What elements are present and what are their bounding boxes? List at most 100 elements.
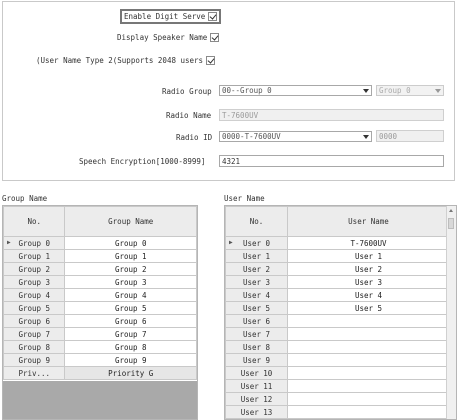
row-number-text: User 6 xyxy=(242,316,271,326)
row-number-text: User 13 xyxy=(240,407,273,417)
row-number-cell[interactable]: Group 3 xyxy=(3,275,66,289)
table-row[interactable]: Group 9 Group 9 xyxy=(3,353,197,367)
row-name-cell[interactable] xyxy=(287,314,450,328)
table-row[interactable]: Group 8 Group 8 xyxy=(3,340,197,354)
table-row[interactable]: User 2 User 2 xyxy=(225,262,450,276)
row-number-cell[interactable]: User 13 xyxy=(225,405,288,419)
table-row[interactable]: Group 4 Group 4 xyxy=(3,288,197,302)
row-number-cell[interactable]: Group 9 xyxy=(3,353,66,367)
radio-id-secondary-value: 0000 xyxy=(379,131,398,141)
row-name-cell[interactable]: Group 4 xyxy=(64,288,197,302)
user-col-no-header[interactable]: No. xyxy=(225,206,288,237)
table-row[interactable]: Priv... Priority G xyxy=(3,366,197,380)
row-number-cell[interactable]: User 7 xyxy=(225,327,288,341)
table-row[interactable]: Group 5 Group 5 xyxy=(3,301,197,315)
table-row[interactable]: Group 7 Group 7 xyxy=(3,327,197,341)
row-name-cell[interactable]: Group 7 xyxy=(64,327,197,341)
table-row[interactable]: User 1 User 1 xyxy=(225,249,450,263)
row-name-cell[interactable]: Group 1 xyxy=(64,249,197,263)
row-number-cell[interactable]: User 3 xyxy=(225,275,288,289)
arrow-up-icon[interactable] xyxy=(449,209,453,212)
row-name-cell[interactable]: Priority G xyxy=(64,366,197,380)
table-row[interactable]: User 6 xyxy=(225,314,450,328)
row-name-text: User 4 xyxy=(354,290,383,300)
row-name-cell[interactable]: T-7600UV xyxy=(287,236,450,250)
enable-digit-serve-row[interactable]: Enable Digit Serve xyxy=(120,9,222,24)
row-number-text: Group 7 xyxy=(18,329,51,339)
row-name-cell[interactable]: Group 9 xyxy=(64,353,197,367)
row-name-cell[interactable]: User 4 xyxy=(287,288,450,302)
speech-encryption-input[interactable]: 4321 xyxy=(219,155,444,167)
row-name-cell[interactable]: User 1 xyxy=(287,249,450,263)
row-number-cell[interactable]: ▶ User 0 xyxy=(225,236,288,250)
table-row[interactable]: ▶ Group 0 Group 0 xyxy=(3,236,197,250)
row-number-cell[interactable]: Priv... xyxy=(3,366,66,380)
user-name-type2-row[interactable]: (User Name Type 2(Supports 2048 users xyxy=(36,56,216,65)
display-speaker-name-checkbox[interactable] xyxy=(210,33,220,42)
table-row[interactable]: Group 6 Group 6 xyxy=(3,314,197,328)
table-row[interactable]: User 10 xyxy=(225,366,450,380)
table-row[interactable]: User 12 xyxy=(225,392,450,406)
group-col-no-header[interactable]: No. xyxy=(3,206,66,237)
table-row[interactable]: Group 2 Group 2 xyxy=(3,262,197,276)
row-number-cell[interactable]: User 8 xyxy=(225,340,288,354)
user-name-table: No. User Name ▶ User 0 T-7600UV User 1 User … xyxy=(225,206,450,419)
table-row[interactable]: User 3 User 3 xyxy=(225,275,450,289)
row-name-cell[interactable] xyxy=(287,327,450,341)
row-number-cell[interactable]: Group 7 xyxy=(3,327,66,341)
row-number-cell[interactable]: User 6 xyxy=(225,314,288,328)
row-number-cell[interactable]: User 12 xyxy=(225,392,288,406)
row-number-cell[interactable]: User 2 xyxy=(225,262,288,276)
row-number-cell[interactable]: Group 6 xyxy=(3,314,66,328)
table-row[interactable]: User 11 xyxy=(225,379,450,393)
row-number-cell[interactable]: Group 1 xyxy=(3,249,66,263)
row-name-cell[interactable] xyxy=(287,392,450,406)
table-row[interactable]: User 8 xyxy=(225,340,450,354)
row-name-cell[interactable] xyxy=(287,353,450,367)
display-speaker-name-row[interactable]: Display Speaker Name xyxy=(117,33,220,42)
enable-digit-serve-checkbox[interactable] xyxy=(208,12,218,21)
row-name-cell[interactable]: Group 6 xyxy=(64,314,197,328)
user-name-type2-checkbox[interactable] xyxy=(206,56,216,65)
row-name-cell[interactable]: Group 2 xyxy=(64,262,197,276)
table-row[interactable]: User 5 User 5 xyxy=(225,301,450,315)
group-col-name-header[interactable]: Group Name xyxy=(64,206,197,237)
row-number-cell[interactable]: User 10 xyxy=(225,366,288,380)
row-number-cell[interactable]: User 1 xyxy=(225,249,288,263)
table-row[interactable]: User 7 xyxy=(225,327,450,341)
row-name-cell[interactable] xyxy=(287,340,450,354)
row-name-cell[interactable] xyxy=(287,379,450,393)
radio-id-select[interactable]: 0000-T-7600UV xyxy=(219,131,372,142)
row-number-cell[interactable]: User 5 xyxy=(225,301,288,315)
row-name-cell[interactable]: Group 3 xyxy=(64,275,197,289)
row-number-cell[interactable]: Group 2 xyxy=(3,262,66,276)
scrollbar-thumb[interactable] xyxy=(448,218,454,229)
row-name-cell[interactable]: User 5 xyxy=(287,301,450,315)
table-row[interactable]: Group 1 Group 1 xyxy=(3,249,197,263)
user-grid-scrollbar[interactable] xyxy=(446,206,456,419)
row-name-text: Group 9 xyxy=(114,355,147,365)
table-row[interactable]: User 13 xyxy=(225,405,450,419)
row-name-cell[interactable]: User 2 xyxy=(287,262,450,276)
table-row[interactable]: User 4 User 4 xyxy=(225,288,450,302)
row-number-cell[interactable]: User 11 xyxy=(225,379,288,393)
row-name-cell[interactable]: Group 5 xyxy=(64,301,197,315)
table-row[interactable]: ▶ User 0 T-7600UV xyxy=(225,236,450,250)
row-number-cell[interactable]: ▶ Group 0 xyxy=(3,236,66,250)
radio-group-select[interactable]: 00--Group 0 xyxy=(219,85,372,96)
row-name-cell[interactable]: Group 0 xyxy=(64,236,197,250)
row-number-cell[interactable]: Group 5 xyxy=(3,301,66,315)
user-col-name-header[interactable]: User Name xyxy=(287,206,450,237)
row-name-cell[interactable]: Group 8 xyxy=(64,340,197,354)
chevron-down-icon xyxy=(363,135,369,139)
row-number-cell[interactable]: Group 8 xyxy=(3,340,66,354)
table-row[interactable]: Group 3 Group 3 xyxy=(3,275,197,289)
row-number-cell[interactable]: Group 4 xyxy=(3,288,66,302)
row-number-cell[interactable]: User 4 xyxy=(225,288,288,302)
row-name-cell[interactable] xyxy=(287,366,450,380)
row-number-cell[interactable]: User 9 xyxy=(225,353,288,367)
row-name-cell[interactable]: User 3 xyxy=(287,275,450,289)
table-row[interactable]: User 9 xyxy=(225,353,450,367)
row-name-cell[interactable] xyxy=(287,405,450,419)
radio-name-label: Radio Name xyxy=(166,111,212,120)
